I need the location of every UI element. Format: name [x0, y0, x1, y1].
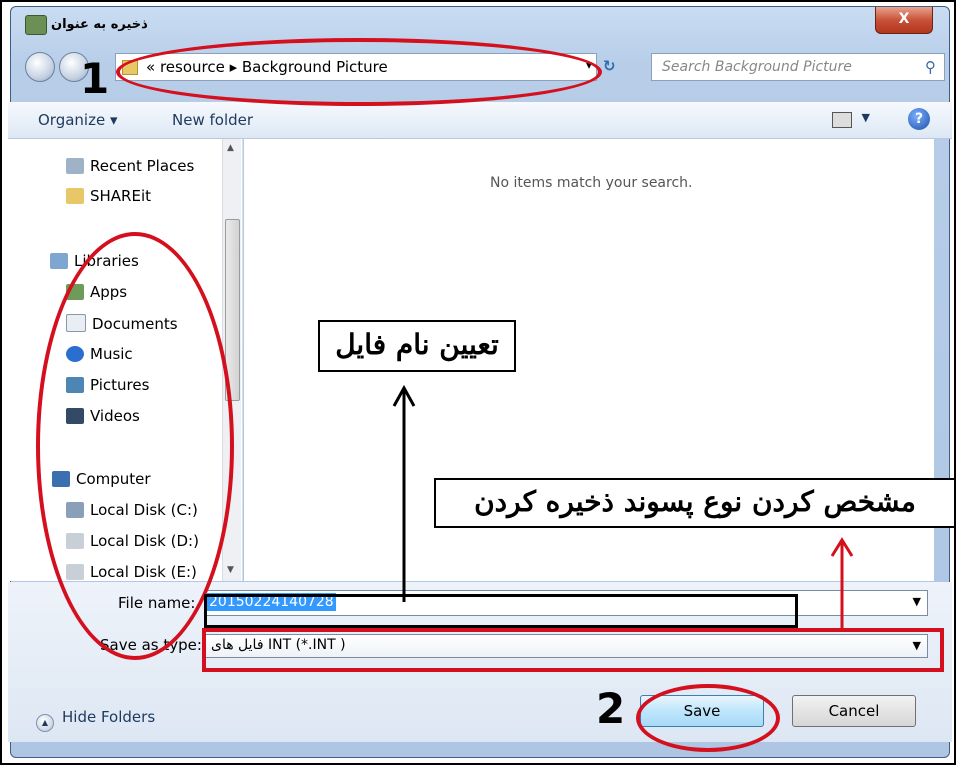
save-highlight-ellipse	[636, 684, 780, 752]
sidebar-item-recent-places[interactable]: Recent Places	[66, 157, 194, 175]
recent-places-icon	[66, 158, 84, 174]
cancel-button[interactable]: Cancel	[792, 695, 916, 727]
empty-message: No items match your search.	[490, 175, 693, 191]
file-name-annotation: تعیین نام فایل	[318, 320, 516, 372]
back-button[interactable]	[25, 52, 55, 82]
organize-button[interactable]: Organize ▾	[38, 111, 118, 129]
scroll-up-icon[interactable]: ▲	[227, 143, 234, 153]
up-arrow-red	[830, 537, 854, 630]
address-highlight-ellipse	[116, 38, 602, 106]
save-type-highlight-rect	[202, 628, 944, 672]
libraries-icon	[50, 253, 68, 269]
close-button[interactable]: X	[875, 7, 933, 34]
view-icon[interactable]	[832, 112, 852, 128]
command-toolbar: Organize ▾ New folder ▼ ?	[8, 102, 952, 139]
annotation-number-1: 1	[80, 54, 110, 103]
type-annotation: مشخص کردن نوع پسوند ذخیره کردن	[434, 478, 956, 528]
sidebar-item-label: SHAREit	[90, 187, 152, 205]
chevron-down-icon[interactable]: ▼	[862, 111, 870, 124]
new-folder-button[interactable]: New folder	[172, 111, 253, 129]
search-placeholder: Search Background Picture	[662, 59, 852, 75]
hide-folders-button[interactable]: ▲ Hide Folders	[36, 708, 155, 732]
file-name-black-box	[204, 594, 798, 628]
search-input[interactable]: Search Background Picture ⚲	[651, 53, 945, 81]
help-icon[interactable]: ?	[908, 108, 930, 130]
chevron-down-icon[interactable]: ▼	[913, 595, 921, 608]
search-icon[interactable]: ⚲	[925, 58, 936, 76]
up-arrow-black	[392, 384, 416, 602]
collapse-icon: ▲	[36, 714, 54, 732]
hide-folders-label: Hide Folders	[62, 708, 156, 726]
title-bar: ذخیره به عنوان X	[11, 7, 949, 47]
sidebar-item-shareit[interactable]: SHAREit	[66, 187, 151, 205]
scroll-down-icon[interactable]: ▼	[227, 565, 234, 575]
sidebar-item-label: Recent Places	[90, 157, 195, 175]
refresh-icon[interactable]: ↻	[603, 57, 625, 77]
window-title: ذخیره به عنوان	[51, 17, 148, 32]
folder-icon	[66, 188, 84, 204]
app-icon	[25, 15, 47, 35]
annotation-number-2: 2	[596, 684, 626, 733]
